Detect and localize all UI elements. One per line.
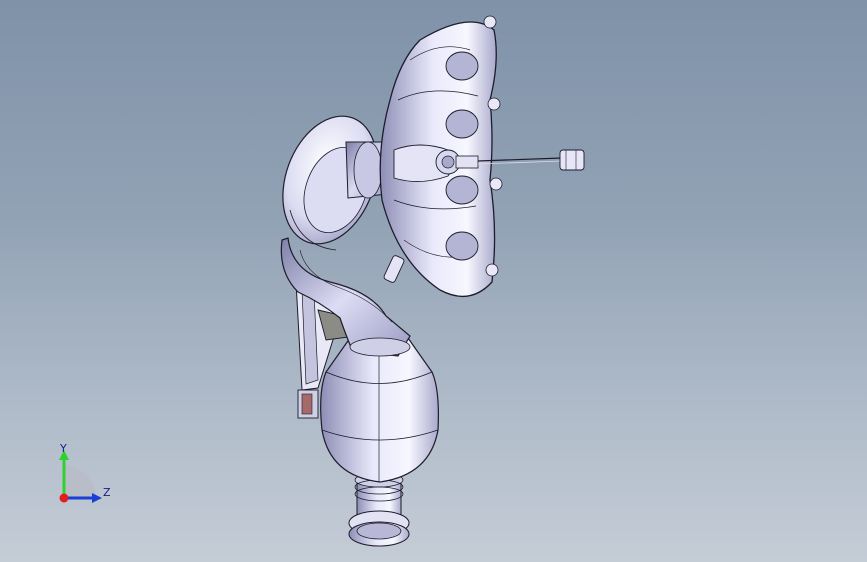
triad-z-label: Z [103, 486, 111, 499]
graphics-viewport[interactable]: Y Z [0, 0, 867, 562]
sensor-boss[interactable] [383, 255, 405, 284]
exhaust-manifold-model[interactable] [0, 0, 867, 562]
outlet-pipe[interactable] [348, 472, 410, 547]
triad-xz-plane [64, 464, 96, 498]
z-axis-arrow-icon [92, 493, 102, 503]
catalytic-converter[interactable] [320, 337, 439, 483]
x-axis-dot-icon [59, 493, 69, 503]
triad-y-label: Y [60, 442, 67, 455]
